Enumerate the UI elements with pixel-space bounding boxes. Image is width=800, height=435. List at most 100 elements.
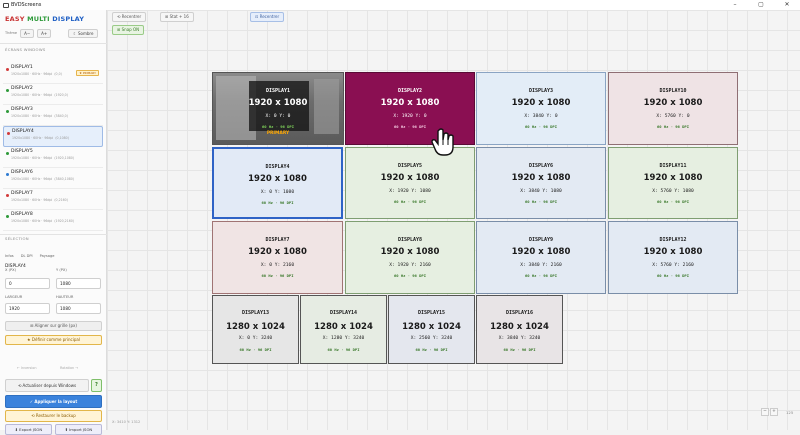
tile-resolution: 1280 x 1024 xyxy=(226,322,285,332)
tile-position: X: 2560 Y: 3240 xyxy=(410,336,453,341)
display-list-item[interactable]: DISPLAY4 1920x1080 · 60Hz · 96dpi (0,1080) xyxy=(3,126,103,147)
tile-refresh-dpi: 60 Hz · 96 DPI xyxy=(239,347,272,352)
display-tile[interactable]: DISPLAY8 1920 x 1080 X: 1920 Y: 2160 60 Hz … xyxy=(345,221,475,294)
tile-resolution: 1920 x 1080 xyxy=(511,98,571,108)
display-tile[interactable]: DISPLAY10 1920 x 1080 X: 5760 Y: 0 60 Hz · … xyxy=(608,72,738,145)
display-tile[interactable]: DISPLAY11 1920 x 1080 X: 5760 Y: 1080 60 Hz… xyxy=(608,147,738,219)
display-list-details: 1920x1080 · 60Hz · 96dpi (3840,1080) xyxy=(11,177,100,181)
restore-backup-button[interactable]: ⟲ Restaurer le backup xyxy=(5,410,102,422)
y-label: Y (PX) xyxy=(56,268,67,272)
display-list-spec: 1920x1080 · 60Hz · 96dpi xyxy=(12,136,54,140)
tile-refresh-dpi: 60 Hz · 96 DPI xyxy=(393,273,426,278)
display-list-details: 1920x1080 · 60Hz · 96dpi (0,1080) xyxy=(12,136,99,140)
display-list-position: (0,0) xyxy=(54,72,62,76)
display-list-spec: 1920x1080 · 60Hz · 96dpi xyxy=(11,156,53,160)
display-tile[interactable]: DISPLAY6 1920 x 1080 X: 3840 Y: 1080 60 Hz … xyxy=(476,147,606,219)
tile-refresh-dpi: 60 Hz · 96 DPI xyxy=(503,347,536,352)
tile-position: X: 0 Y: 1080 xyxy=(260,190,295,195)
minimize-button[interactable]: – xyxy=(722,0,748,10)
tab-orientation[interactable]: Paysage xyxy=(40,254,55,258)
set-primary-button[interactable]: ★ Définir comme principal xyxy=(5,335,102,345)
display-list-item[interactable]: DISPLAY5 1920x1080 · 60Hz · 96dpi (1920,10… xyxy=(3,147,103,168)
tab-dpi[interactable]: DL DPI xyxy=(21,254,33,258)
display-tile[interactable]: DISPLAY3 1920 x 1080 X: 3840 Y: 0 60 Hz · 9… xyxy=(476,72,606,145)
align-grid-button[interactable]: ⊞ Aligner sur grille (px) xyxy=(5,321,102,331)
display-tile[interactable]: DISPLAY13 1280 x 1024 X: 0 Y: 3240 60 Hz · … xyxy=(212,295,299,364)
display-list-item[interactable]: DISPLAY8 1920x1080 · 60Hz · 96dpi (1920,21… xyxy=(3,210,103,231)
tile-position: X: 0 Y: 0 xyxy=(265,114,291,119)
tile-resolution: 1280 x 1024 xyxy=(314,322,373,332)
display-tile[interactable]: DISPLAY14 1280 x 1024 X: 1280 Y: 3240 60 Hz… xyxy=(300,295,387,364)
status-dot-icon xyxy=(7,132,10,135)
recenter-button[interactable]: ⟲ Recentrer xyxy=(112,12,147,22)
status-dot-icon xyxy=(6,194,9,197)
display-list-position: (1920,0) xyxy=(54,93,68,97)
display-list-details: 1920x1080 · 60Hz · 96dpi (3840,0) xyxy=(11,114,100,118)
display-list-item[interactable]: DISPLAY6 1920x1080 · 60Hz · 96dpi (3840,10… xyxy=(3,168,103,189)
primary-label: PRIMARY xyxy=(266,131,290,136)
display-tile[interactable]: DISPLAY5 1920 x 1080 X: 1920 Y: 1080 60 Hz … xyxy=(345,147,475,219)
help-button[interactable]: ? xyxy=(91,379,102,392)
display-list-item[interactable]: DISPLAY3 1920x1080 · 60Hz · 96dpi (3840,0) xyxy=(3,105,103,126)
section-selection-label: SÉLECTION xyxy=(5,236,29,241)
height-label: HAUTEUR xyxy=(56,295,74,299)
theme-label: Thème xyxy=(5,31,18,35)
brand-word-multi: MULTI xyxy=(27,15,50,23)
display-tile[interactable]: DISPLAY16 1280 x 1024 X: 3840 Y: 3240 60 Hz… xyxy=(476,295,563,364)
display-list-position: (0,1080) xyxy=(55,136,69,140)
font-decrease-button[interactable]: A− xyxy=(20,28,35,38)
tile-position: X: 3840 Y: 2160 xyxy=(520,263,562,268)
tile-name: DISPLAY16 xyxy=(505,310,534,316)
display-list-spec: 1920x1080 · 60Hz · 96dpi xyxy=(11,198,53,202)
font-increase-button[interactable]: A+ xyxy=(37,28,52,38)
brand-word-easy: EASY xyxy=(5,15,25,23)
stat-button[interactable]: ⊞ Stat + 16 xyxy=(160,12,194,22)
display-tile[interactable]: DISPLAY4 1920 x 1080 X: 0 Y: 1080 60 Hz · 9… xyxy=(212,147,343,219)
snap-toggle-button[interactable]: ⊞ Snap ON xyxy=(112,25,145,35)
tile-resolution: 1920 x 1080 xyxy=(380,173,440,183)
close-button[interactable]: ✕ xyxy=(774,0,800,10)
tile-resolution: 1920 x 1080 xyxy=(248,98,308,108)
display-list-item[interactable]: DISPLAY7 1920x1080 · 60Hz · 96dpi (0,2160) xyxy=(3,189,103,210)
selection-tabs: Infos DL DPI Paysage xyxy=(5,254,55,258)
brand-logo: EASY MULTI DISPLAY xyxy=(5,15,84,23)
tile-position: X: 3840 Y: 1080 xyxy=(520,189,562,194)
display-list-item[interactable]: DISPLAY1 1920x1080 · 60Hz · 96dpi (0,0) ★ P… xyxy=(3,63,103,84)
zoom-in-button[interactable]: + xyxy=(770,408,778,416)
width-input[interactable]: 1920 xyxy=(5,303,50,314)
tile-name: DISPLAY9 xyxy=(528,237,554,243)
refresh-from-windows-button[interactable]: ⟲ Actualiser depuis Windows xyxy=(5,379,89,392)
display-tile[interactable]: DISPLAY12 1920 x 1080 X: 5760 Y: 2160 60 Hz… xyxy=(608,221,738,294)
y-input[interactable]: 1080 xyxy=(56,278,101,289)
apply-layout-button[interactable]: ✓ Appliquer la layout xyxy=(5,395,102,408)
rotate-button[interactable]: Rotation → xyxy=(60,366,78,370)
zoom-out-button[interactable]: − xyxy=(761,408,769,416)
dark-mode-button[interactable]: ☾ Sombre xyxy=(68,28,99,38)
zoom-level: 125 xyxy=(786,410,794,415)
display-list-item[interactable]: DISPLAY2 1920x1080 · 60Hz · 96dpi (1920,0) xyxy=(3,84,103,105)
status-dot-icon xyxy=(6,152,9,155)
tile-name: DISPLAY4 xyxy=(265,164,290,170)
display-tile[interactable]: DISPLAY15 1280 x 1024 X: 2560 Y: 3240 60 Hz… xyxy=(388,295,475,364)
display-tile[interactable]: DISPLAY7 1920 x 1080 X: 0 Y: 2160 60 Hz · 9… xyxy=(212,221,343,294)
display-list-name: DISPLAY5 xyxy=(11,149,33,154)
maximize-button[interactable]: ▢ xyxy=(748,0,774,10)
status-dot-icon xyxy=(6,215,9,218)
display-tile[interactable]: DISPLAY9 1920 x 1080 X: 3840 Y: 2160 60 Hz … xyxy=(476,221,606,294)
display-tile[interactable]: DISPLAY1 1920 x 1080 X: 0 Y: 0 60 Hz · 96 D… xyxy=(212,72,344,145)
display-list-details: 1920x1080 · 60Hz · 96dpi (1920,2160) xyxy=(11,219,100,223)
tile-position: X: 0 Y: 3240 xyxy=(238,336,273,341)
center-view-button[interactable]: ⊡ Recentrer xyxy=(250,12,285,22)
tile-name: DISPLAY15 xyxy=(417,310,446,316)
zoom-controls: − + xyxy=(761,408,778,416)
tile-resolution: 1920 x 1080 xyxy=(248,174,307,184)
tile-resolution: 1920 x 1080 xyxy=(643,247,703,257)
tile-refresh-dpi: 60 Hz · 96 DPI xyxy=(524,124,557,129)
invert-button[interactable]: ← Inversion xyxy=(17,366,37,370)
tab-infos[interactable]: Infos xyxy=(5,254,14,258)
height-input[interactable]: 1080 xyxy=(56,303,101,314)
tile-position: X: 5760 Y: 0 xyxy=(656,114,690,119)
tile-refresh-dpi: 60 Hz · 96 DPI xyxy=(415,347,448,352)
x-input[interactable]: 0 xyxy=(5,278,50,289)
tile-name: DISPLAY6 xyxy=(528,163,554,169)
